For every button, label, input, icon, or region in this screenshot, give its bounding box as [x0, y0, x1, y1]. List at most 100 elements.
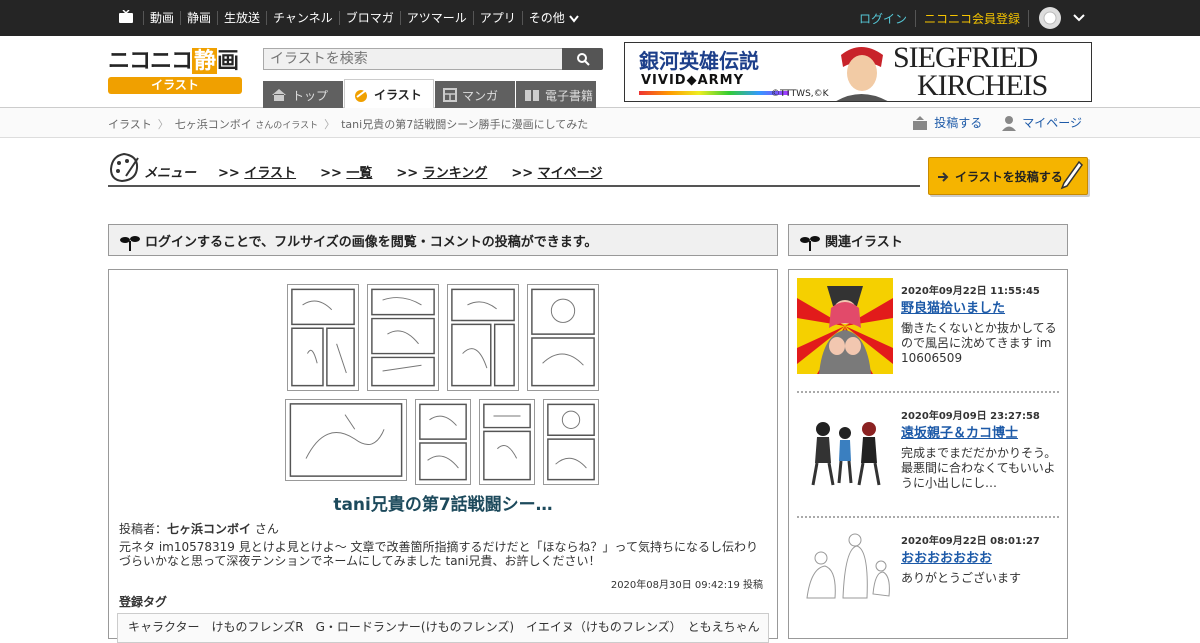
sprout-icon [800, 236, 820, 251]
nav-atsumaru[interactable]: アツマール [399, 11, 473, 25]
poster-name[interactable]: 七ヶ浜コンボイ [167, 522, 251, 536]
login-link[interactable]: ログイン [859, 9, 916, 27]
nav-live[interactable]: 生放送 [217, 11, 266, 25]
login-notice-header: ログインすることで、フルサイズの画像を閲覧・コメントの投稿ができます。 [108, 224, 778, 256]
banner-sub: VIVID◆ARMY [641, 73, 745, 88]
related-description: ありがとうございます [901, 571, 1022, 585]
login-notice-text: ログインすることで、フルサイズの画像を閲覧・コメントの投稿ができます。 [145, 234, 598, 250]
sub-menu: メニュー >> イラスト >> 一覧 >> ランキング >> マイページ [108, 150, 920, 188]
poster-suffix: さん [251, 522, 279, 536]
related-description: 働きたくないとか抜かしてるので風呂に沈めてきます im10606509 [901, 321, 1057, 365]
manga-page-thumb [415, 399, 471, 485]
palette-icon [109, 152, 139, 183]
header-actions: 投稿する マイページ [912, 114, 1082, 131]
menu-link-mypage[interactable]: >> マイページ [511, 162, 602, 181]
chevron-down-icon[interactable] [1073, 14, 1085, 22]
post-illust-button-label: イラストを投稿する [955, 169, 1063, 184]
breadcrumb-author[interactable]: 七ヶ浜コンボイ さんのイラスト [175, 116, 318, 132]
manga-page-thumb [543, 399, 599, 485]
related-date: 2020年09月22日 11:55:45 [901, 286, 1040, 297]
nav-app[interactable]: アプリ [472, 11, 522, 25]
tab-manga[interactable]: マンガ [435, 81, 515, 109]
illust-detail-panel: tani兄貴の第7話戦闘シー… 投稿者：七ヶ浜コンボイ さん 元ネタ im105… [108, 269, 778, 643]
menu-underline [108, 185, 920, 187]
avatar[interactable] [1039, 7, 1061, 29]
tag-list[interactable]: キャラクター けものフレンズR G・ロードランナー(けものフレンズ) イエイヌ（… [117, 613, 769, 643]
breadcrumb-separator: 〉 [324, 118, 336, 131]
menu-link-mypage-label: マイページ [537, 166, 603, 181]
related-title[interactable]: おおおおおおお [901, 547, 992, 566]
sprout-icon [120, 236, 140, 251]
niconico-tv-icon[interactable] [118, 10, 134, 24]
manga-page-thumb [367, 284, 439, 391]
illust-description: 元ネタ im10578319 見とけよ見とけよ～ 文章で改善箇所指摘するだけだと… [119, 540, 758, 568]
nav-channel[interactable]: チャンネル [266, 11, 339, 25]
post-date: 2020年08月30日 09:42:19 投稿 [610, 580, 763, 591]
global-nav: 動画 静画 生放送 チャンネル ブロマガ アツマール アプリ その他 [143, 0, 585, 36]
post-link-label: 投稿する [934, 116, 983, 130]
manga-page-thumb [287, 284, 359, 391]
search-icon [576, 53, 590, 66]
tab-manga-label: マンガ [462, 88, 499, 103]
illust-title: tani兄貴の第7話戦闘シー… [333, 495, 553, 515]
arrow-right-icon [938, 172, 949, 182]
seiga-logo[interactable]: ニコニコ静画 イラスト [108, 48, 242, 94]
home-icon [272, 89, 286, 101]
menu-link-ranking-label: ランキング [422, 166, 488, 181]
nav-video[interactable]: 動画 [143, 11, 180, 25]
person-icon [1002, 115, 1017, 131]
related-date: 2020年09月22日 08:01:27 [901, 536, 1040, 547]
logo-subtitle: イラスト [108, 77, 242, 94]
related-thumbnail[interactable] [797, 403, 893, 499]
manga-page-thumb [527, 284, 599, 391]
search-button[interactable] [562, 48, 603, 70]
category-tabs: トップ イラスト マンガ 電子書籍 [263, 79, 597, 109]
poster-line: 投稿者：七ヶ浜コンボイ さん [119, 520, 279, 537]
tab-top[interactable]: トップ [263, 81, 343, 109]
banner-copyright: ©TTTWS,©K [771, 89, 829, 99]
ad-banner[interactable]: 銀河英雄伝説 VIVID◆ARMY SIEGFRIED KIRCHEIS ©TT… [624, 42, 1092, 102]
related-heading: 関連イラスト [825, 234, 903, 250]
menu-link-illust[interactable]: >> イラスト [218, 162, 296, 181]
related-item[interactable]: 2020年09月09日 23:27:58 遠坂親子＆カコ博士 完成までまだだかか… [797, 403, 1059, 513]
related-title[interactable]: 野良猫拾いました [901, 297, 1005, 316]
upload-icon [913, 115, 928, 130]
related-title[interactable]: 遠坂親子＆カコ博士 [901, 422, 1018, 441]
banner-title: 銀河英雄伝説 [639, 49, 759, 73]
menu-link-ranking[interactable]: >> ランキング [396, 162, 487, 181]
menu-label: メニュー [144, 166, 197, 181]
illust-image[interactable] [285, 280, 605, 485]
breadcrumb-illust[interactable]: イラスト [108, 116, 152, 132]
tags-heading: 登録タグ [119, 595, 168, 609]
related-item[interactable]: 2020年09月22日 08:01:27 おおおおおおお ありがとうございます [797, 528, 1059, 638]
global-topbar: 動画 静画 生放送 チャンネル ブロマガ アツマール アプリ その他 ログイン … [0, 0, 1200, 36]
menu-link-list[interactable]: >> 一覧 [320, 162, 372, 181]
tab-ebook-label: 電子書籍 [545, 88, 594, 103]
post-link[interactable]: 投稿する [912, 114, 982, 131]
manga-page-thumb [479, 399, 535, 485]
nav-more[interactable]: その他 [521, 11, 585, 25]
account-area: ログイン ニコニコ会員登録 [859, 0, 1085, 36]
related-item[interactable]: 2020年09月22日 11:55:45 野良猫拾いました 働きたくないとか抜か… [797, 278, 1059, 388]
search-input[interactable] [263, 48, 563, 70]
mypage-link[interactable]: マイページ [1002, 114, 1082, 131]
register-link[interactable]: ニコニコ会員登録 [916, 9, 1029, 27]
logo-text: ニコニコ静画 [108, 48, 242, 74]
book-icon [525, 90, 539, 101]
divider [797, 391, 1059, 393]
mypage-link-label: マイページ [1022, 116, 1082, 130]
manga-icon [443, 88, 457, 102]
related-thumbnail[interactable] [797, 278, 893, 374]
tab-illust[interactable]: イラスト [344, 79, 434, 109]
tab-top-label: トップ [292, 88, 329, 103]
nav-seiga[interactable]: 静画 [180, 11, 217, 25]
nav-blomaga[interactable]: ブロマガ [338, 11, 400, 25]
related-thumbnail[interactable] [797, 528, 893, 624]
tab-ebook[interactable]: 電子書籍 [516, 81, 596, 109]
divider [797, 516, 1059, 518]
post-illust-button[interactable]: イラストを投稿する [928, 157, 1088, 195]
banner-color-strip [639, 91, 789, 95]
related-description: 完成までまだだかかりそう。最悪間に合わなくてもいいように小出しにし… [901, 446, 1057, 490]
breadcrumb-path: イラスト 〉 七ヶ浜コンボイ さんのイラスト 〉 tani兄貴の第7話戦闘シーン… [108, 116, 588, 132]
logo-sei: 静 [192, 48, 218, 74]
